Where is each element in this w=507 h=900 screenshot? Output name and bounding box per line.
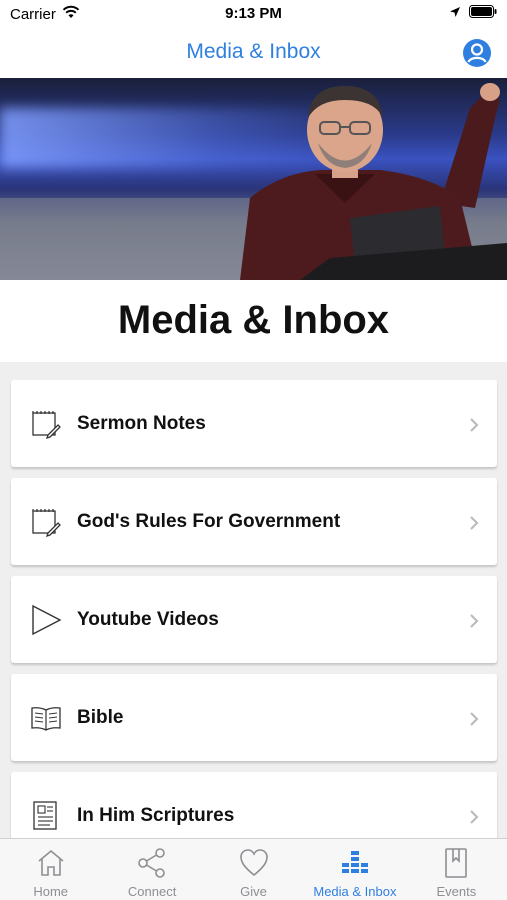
status-right <box>449 5 497 23</box>
tab-label: Media & Inbox <box>313 884 397 899</box>
notepad-edit-icon <box>30 408 62 440</box>
location-arrow-icon <box>449 5 461 23</box>
chevron-right-icon <box>469 613 479 629</box>
tab-label: Events <box>436 884 477 899</box>
chevron-right-icon <box>469 711 479 727</box>
preacher-illustration <box>0 83 507 280</box>
open-book-icon <box>30 702 62 734</box>
list-item-label: Youtube Videos <box>77 609 219 630</box>
page-heading-section: Media & Inbox <box>0 280 507 362</box>
home-icon <box>35 847 67 879</box>
tab-give[interactable]: Give <box>203 839 304 900</box>
status-time: 9:13 PM <box>225 5 282 22</box>
list-item-label: God's Rules For Government <box>77 511 341 532</box>
tab-label: Connect <box>127 884 177 899</box>
chevron-right-icon <box>469 809 479 825</box>
bookmark-book-icon <box>440 847 472 879</box>
media-bars-icon <box>339 847 371 879</box>
list-item-label: Bible <box>77 707 124 728</box>
tab-label: Give <box>240 884 267 899</box>
play-icon <box>30 604 62 636</box>
media-list: Sermon Notes God's Rules For Government <box>11 380 497 870</box>
battery-icon <box>469 5 497 23</box>
app-screen: Carrier 9:13 PM Media & Inbox Media & In… <box>0 0 507 900</box>
notepad-edit-icon <box>30 506 62 538</box>
list-item-bible[interactable]: Bible <box>11 674 497 761</box>
page-title: Media & Inbox <box>117 298 390 342</box>
list-item-label: In Him Scriptures <box>77 805 235 826</box>
tab-events[interactable]: Events <box>406 839 507 900</box>
status-bar: Carrier 9:13 PM <box>0 0 507 28</box>
list-item-youtube-videos[interactable]: Youtube Videos <box>11 576 497 663</box>
hero-image <box>0 78 507 280</box>
navigation-bar: Media & Inbox <box>0 28 507 78</box>
chevron-right-icon <box>469 515 479 531</box>
tab-media-inbox[interactable]: Media & Inbox <box>304 839 405 900</box>
tab-home[interactable]: Home <box>0 839 101 900</box>
share-icon <box>136 847 168 879</box>
list-item-sermon-notes[interactable]: Sermon Notes <box>11 380 497 467</box>
document-icon <box>30 800 62 832</box>
tab-bar: Home Connect Give Media & Inbox Events <box>0 838 507 900</box>
list-item-label: Sermon Notes <box>77 413 206 434</box>
person-circle-icon[interactable] <box>462 38 492 68</box>
nav-title: Media & Inbox <box>186 40 321 63</box>
chevron-right-icon <box>469 417 479 433</box>
heart-icon <box>238 847 270 879</box>
tab-connect[interactable]: Connect <box>101 839 202 900</box>
list-item-gods-rules[interactable]: God's Rules For Government <box>11 478 497 565</box>
tab-label: Home <box>33 884 69 899</box>
